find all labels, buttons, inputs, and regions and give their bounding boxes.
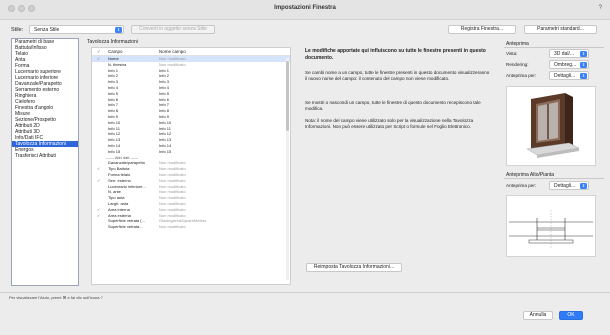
style-label: Stile:	[11, 27, 24, 33]
preview-divider	[504, 47, 604, 48]
info-paragraph-rename: Se cambi nome a un campo, tutte le fines…	[305, 70, 490, 81]
style-popup[interactable]: Senza Stile ⇕	[29, 25, 124, 34]
chevron-updown-icon: ⇕	[580, 73, 587, 79]
table-body: ✓ Nome Non modificato N. finestra Non modifi…	[92, 56, 290, 230]
ok-button[interactable]: OK	[559, 311, 583, 320]
title-bar: Impostazioni Finestra ?	[0, 0, 610, 20]
category-list[interactable]: Parametri di base Battuta/Infisso Telaio An…	[11, 38, 79, 286]
plan-preview[interactable]	[506, 195, 596, 257]
help-icon[interactable]: ?	[599, 5, 602, 11]
settings-window: Impostazioni Finestra ? Stile: Senza Sti…	[0, 0, 610, 335]
plan-preview-for-popup-value: Dettagli...	[554, 183, 576, 189]
checkmark-icon: ✓	[97, 49, 101, 54]
register-window-button[interactable]: Registra Finestra...	[448, 25, 516, 34]
view-popup[interactable]: 3D dal/... ⇕	[549, 49, 589, 58]
category-item[interactable]: Trasferisci Attributi	[12, 153, 78, 159]
chevron-updown-icon: ⇕	[115, 27, 122, 33]
table-header: ✓ Campo Nome campo	[92, 48, 290, 56]
3d-preview[interactable]	[506, 86, 596, 166]
column-header-field[interactable]: Campo	[108, 49, 123, 54]
plan-preview-for-label: Anteprima per:	[506, 183, 537, 188]
plan-divider	[504, 178, 604, 179]
fields-table[interactable]: ✓ Campo Nome campo ✓ Nome Non modificato N.…	[91, 47, 291, 285]
preview-for-popup-value: Dettagli...	[554, 73, 576, 79]
table-scrollbar[interactable]	[286, 58, 289, 280]
field-name-cell: Superficie vetrata...	[108, 224, 143, 230]
section-title: Tavolozza Informazioni	[87, 39, 138, 45]
info-paragraph-visibility: Se mostri o nascondi un campo, tutte le …	[305, 100, 481, 111]
preview-for-popup[interactable]: Dettagli... ⇕	[549, 71, 589, 80]
reset-info-palette-button[interactable]: Reimposta Tavolozza Informazioni...	[306, 263, 402, 272]
view-popup-value: 3D dal/...	[554, 51, 575, 57]
window-title: Impostazioni Finestra	[274, 5, 336, 11]
footer-divider	[0, 292, 610, 293]
convert-to-unstyled-button[interactable]: Converti in oggetto senza Stile	[131, 25, 215, 34]
scrollbar-thumb[interactable]	[286, 61, 289, 131]
chevron-updown-icon: ⇕	[580, 62, 587, 68]
standard-parameters-button[interactable]: Parametri standard...	[524, 25, 597, 34]
rendering-popup-value: Ombreg...	[554, 62, 577, 68]
plan-preview-for-popup[interactable]: Dettagli... ⇕	[549, 181, 589, 190]
window-plan-icon	[509, 210, 593, 248]
preview-for-label: Anteprima per:	[506, 73, 537, 78]
chevron-updown-icon: ⇕	[580, 183, 587, 189]
field-label-cell[interactable]: Non modificato	[159, 224, 186, 230]
info-warning: Le modifiche apportate qui influiscono s…	[305, 48, 486, 61]
rendering-popup[interactable]: Ombreg... ⇕	[549, 60, 589, 69]
column-header-field-name[interactable]: Nome campo	[159, 49, 186, 54]
cancel-button[interactable]: Annulla	[523, 311, 553, 320]
info-paragraph-note: Nota: il nome del campo viene utilizzato…	[305, 118, 474, 129]
help-hint: Per visualizzare l'Aiuto, premi ⌘ e fai …	[9, 295, 103, 300]
chevron-updown-icon: ⇕	[580, 51, 587, 57]
style-popup-value: Senza Stile	[34, 27, 60, 33]
rendering-label: Rendering:	[506, 62, 529, 67]
window-3d-icon	[526, 93, 580, 158]
table-row[interactable]: Superficie vetrata... Non modificato	[92, 224, 290, 230]
view-label: Vista:	[506, 51, 518, 56]
